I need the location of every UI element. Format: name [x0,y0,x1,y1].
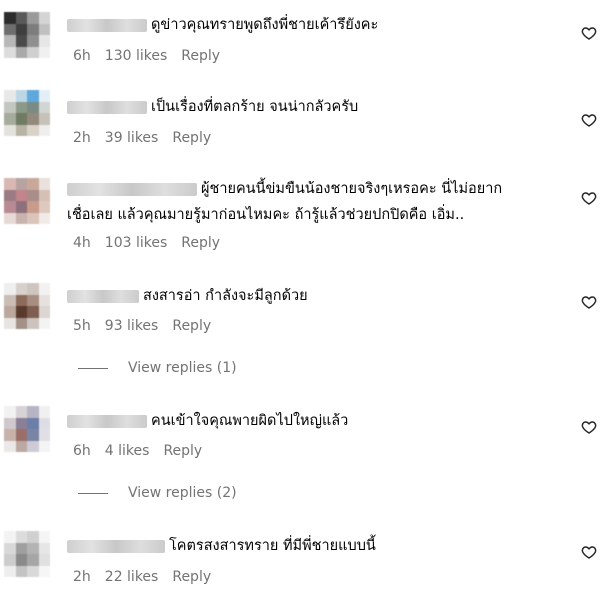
reply-button[interactable]: Reply [181,48,220,64]
view-replies-label: View replies (1) [128,360,237,376]
comment-text: ดูข่าวคุณทรายพูดถึงพี่ชายเค้ารึยังคะ [151,17,379,33]
likes-count[interactable]: 4 likes [105,443,150,459]
heart-outline-icon[interactable] [581,419,597,435]
comment-text: สงสารอ่า กำลังจะมีลูกด้วย [143,288,308,304]
avatar[interactable] [4,406,50,452]
comment-line: สงสารอ่า กำลังจะมีลูกด้วย [67,285,308,307]
comment-text: ผู้ชายคนนี้ข่มขืนน้องชายจริงๆเหรอคะ นี่ไ… [201,181,503,197]
comment-meta: 2h 39 likes Reply [73,130,211,146]
reply-button[interactable]: Reply [181,235,220,251]
likes-count[interactable]: 130 likes [105,48,167,64]
likes-count[interactable]: 22 likes [105,569,159,585]
avatar[interactable] [4,283,50,329]
comment-line: ดูข่าวคุณทรายพูดถึงพี่ชายเค้ารึยังคะ [67,14,378,36]
comment-time: 6h [73,48,91,64]
username-redacted[interactable] [67,18,147,32]
comment-meta: 6h 130 likes Reply [73,48,220,64]
comment-meta: 2h 22 likes Reply [73,569,211,585]
heart-outline-icon[interactable] [581,294,597,310]
comment-line: โคตรสงสารทราย ที่มีพี่ชายแบบนี้ [67,535,376,557]
avatar[interactable] [4,178,50,224]
comment-text: คนเข้าใจคุณพายผิดไปใหญ่แล้ว [151,413,349,429]
view-replies-button[interactable]: View replies (2) [78,485,237,501]
heart-outline-icon[interactable] [581,25,597,41]
likes-count[interactable]: 103 likes [105,235,167,251]
heart-outline-icon[interactable] [581,190,597,206]
reply-button[interactable]: Reply [163,443,202,459]
comment-time: 2h [73,130,91,146]
view-replies-button[interactable]: View replies (1) [78,360,237,376]
reply-button[interactable]: Reply [172,569,211,585]
avatar[interactable] [4,531,50,577]
reply-button[interactable]: Reply [172,130,211,146]
comment-time: 6h [73,443,91,459]
heart-outline-icon[interactable] [581,544,597,560]
reply-button[interactable]: Reply [172,318,211,334]
divider-line [78,492,108,494]
comment-line: เป็นเรื่องที่ตลกร้าย จนน่ากลัวครับ [67,96,358,118]
comment-text: เป็นเรื่องที่ตลกร้าย จนน่ากลัวครับ [151,99,359,115]
avatar[interactable] [4,90,50,136]
likes-count[interactable]: 39 likes [105,130,159,146]
avatar[interactable] [4,12,50,58]
likes-count[interactable]: 93 likes [105,318,159,334]
username-redacted[interactable] [67,289,139,303]
comment-meta: 4h 103 likes Reply [73,235,220,251]
comment-text-continued: เชื่อเลย แล้วคุณมายรู้มาก่อนไหมคะ ถ้ารู้… [67,207,465,223]
comment-meta: 6h 4 likes Reply [73,443,202,459]
username-redacted[interactable] [67,182,197,196]
divider-line [78,367,108,369]
comment-text: โคตรสงสารทราย ที่มีพี่ชายแบบนี้ [169,538,376,554]
comment-line: คนเข้าใจคุณพายผิดไปใหญ่แล้ว [67,410,348,432]
username-redacted[interactable] [67,414,147,428]
comment-time: 4h [73,235,91,251]
view-replies-label: View replies (2) [128,485,237,501]
comment-time: 2h [73,569,91,585]
comment-meta: 5h 93 likes Reply [73,318,211,334]
comment-line: ผู้ชายคนนี้ข่มขืนน้องชายจริงๆเหรอคะ นี่ไ… [67,178,502,200]
username-redacted[interactable] [67,100,147,114]
username-redacted[interactable] [67,539,165,553]
comment-time: 5h [73,318,91,334]
heart-outline-icon[interactable] [581,112,597,128]
